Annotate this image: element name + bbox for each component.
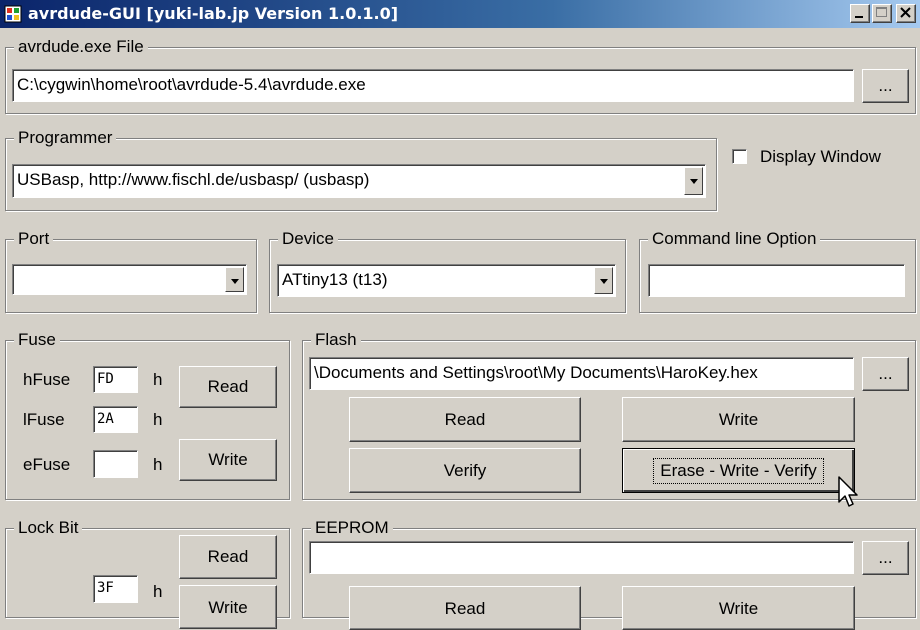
lock-bit-suffix: h bbox=[153, 582, 163, 601]
lfuse-label: lFuse bbox=[23, 410, 65, 429]
device-select[interactable]: ATtiny13 (t13) bbox=[277, 264, 616, 297]
minimize-icon bbox=[855, 16, 863, 18]
chevron-down-icon[interactable] bbox=[225, 267, 244, 292]
efuse-label: eFuse bbox=[23, 455, 71, 474]
minimize-button[interactable] bbox=[850, 4, 870, 23]
lock-bit-input[interactable]: 3F bbox=[93, 575, 138, 603]
eeprom-write-button[interactable]: Write bbox=[622, 586, 855, 630]
programmer-selected-value: USBasp, http://www.fischl.de/usbasp/ (us… bbox=[17, 170, 370, 189]
eeprom-read-button[interactable]: Read bbox=[349, 586, 581, 630]
lock-bit-legend: Lock Bit bbox=[14, 518, 83, 538]
fuse-legend: Fuse bbox=[14, 330, 60, 350]
chevron-down-icon[interactable] bbox=[594, 267, 613, 294]
flash-write-button[interactable]: Write bbox=[622, 397, 855, 442]
avrdude-file-legend: avrdude.exe File bbox=[14, 37, 148, 57]
app-icon bbox=[4, 5, 22, 23]
device-legend: Device bbox=[278, 229, 338, 249]
device-selected-value: ATtiny13 (t13) bbox=[282, 270, 388, 289]
maximize-icon bbox=[876, 7, 887, 17]
flash-erase-write-verify-button[interactable]: Erase - Write - Verify bbox=[622, 448, 855, 493]
maximize-button[interactable] bbox=[872, 4, 892, 23]
hfuse-input[interactable]: FD bbox=[93, 366, 138, 393]
close-button[interactable] bbox=[896, 4, 916, 23]
port-select[interactable] bbox=[12, 264, 247, 295]
flash-browse-button[interactable]: ... bbox=[862, 357, 909, 391]
flash-read-button[interactable]: Read bbox=[349, 397, 581, 442]
hfuse-label: hFuse bbox=[23, 370, 71, 389]
efuse-input[interactable] bbox=[93, 450, 138, 478]
flash-legend: Flash bbox=[311, 330, 361, 350]
programmer-legend: Programmer bbox=[14, 128, 117, 148]
avrdude-browse-button[interactable]: ... bbox=[862, 69, 909, 103]
flash-path-input[interactable]: \Documents and Settings\root\My Document… bbox=[309, 357, 854, 390]
title-bar[interactable]: avrdude-GUI [yuki-lab.jp Version 1.0.1.0… bbox=[0, 0, 920, 28]
lfuse-suffix: h bbox=[153, 410, 163, 429]
chevron-down-icon[interactable] bbox=[684, 167, 703, 195]
display-window-label[interactable]: Display Window bbox=[760, 147, 881, 167]
lfuse-input[interactable]: 2A bbox=[93, 406, 138, 433]
eeprom-browse-button[interactable]: ... bbox=[862, 541, 909, 575]
display-window-checkbox[interactable] bbox=[732, 149, 747, 164]
efuse-suffix: h bbox=[153, 455, 163, 474]
window-title: avrdude-GUI [yuki-lab.jp Version 1.0.1.0… bbox=[28, 4, 399, 23]
port-legend: Port bbox=[14, 229, 54, 249]
erase-write-verify-label: Erase - Write - Verify bbox=[653, 457, 824, 484]
flash-verify-button[interactable]: Verify bbox=[349, 448, 581, 493]
avrdude-path-input[interactable]: C:\cygwin\home\root\avrdude-5.4\avrdude.… bbox=[12, 69, 854, 102]
hfuse-suffix: h bbox=[153, 370, 163, 389]
command-line-input[interactable] bbox=[648, 264, 905, 297]
eeprom-legend: EEPROM bbox=[311, 518, 393, 538]
lock-bit-read-button[interactable]: Read bbox=[179, 535, 277, 579]
command-line-legend: Command line Option bbox=[648, 229, 821, 249]
close-icon bbox=[900, 7, 911, 18]
fuse-write-button[interactable]: Write bbox=[179, 439, 277, 481]
programmer-select[interactable]: USBasp, http://www.fischl.de/usbasp/ (us… bbox=[12, 164, 706, 198]
mouse-cursor-icon bbox=[838, 476, 858, 507]
fuse-read-button[interactable]: Read bbox=[179, 366, 277, 408]
eeprom-path-input[interactable] bbox=[309, 541, 854, 574]
lock-bit-write-button[interactable]: Write bbox=[179, 585, 277, 629]
